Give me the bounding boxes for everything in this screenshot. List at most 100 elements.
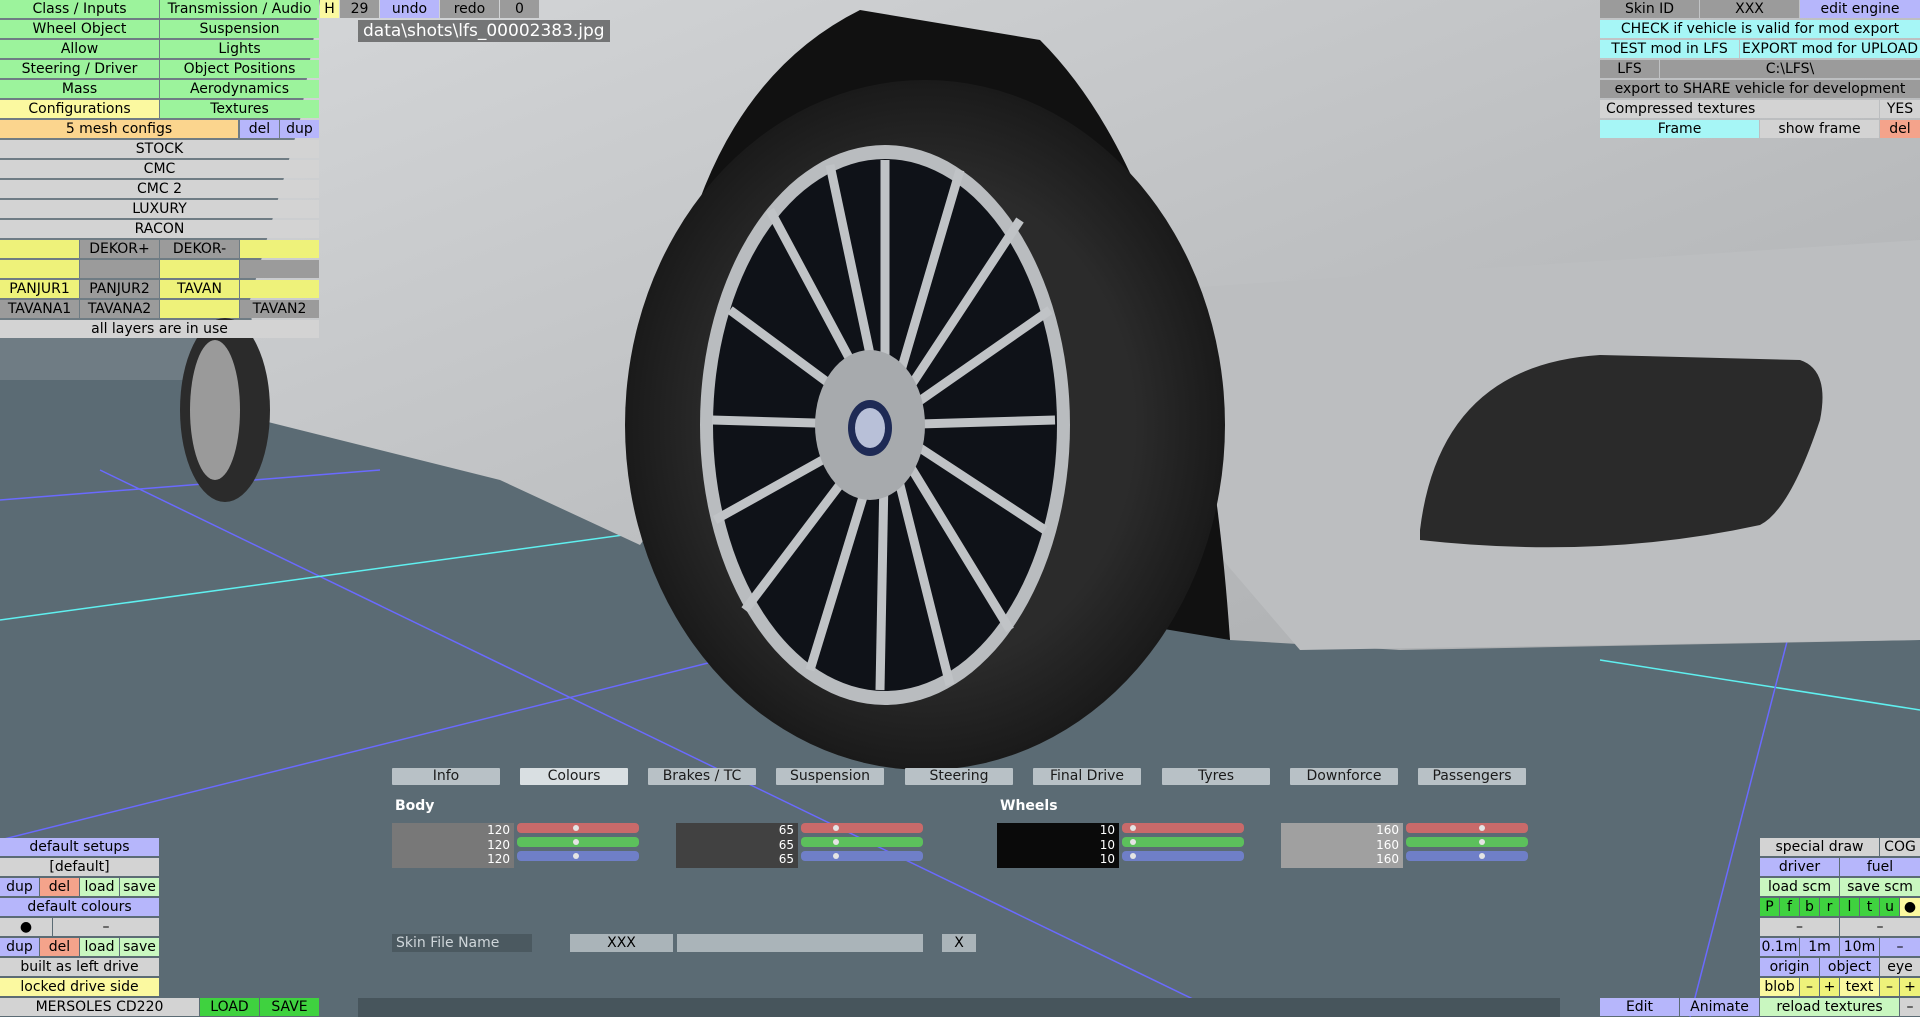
slider-knob[interactable] bbox=[573, 825, 579, 831]
default-setup-value[interactable]: [default] bbox=[0, 858, 159, 876]
compressed-textures-toggle[interactable]: YES bbox=[1880, 100, 1920, 118]
mesh-dup-button[interactable]: dup bbox=[280, 120, 319, 138]
colour-slider[interactable] bbox=[1406, 837, 1528, 847]
colour-slider[interactable] bbox=[517, 823, 639, 833]
save-scm-button[interactable]: save scm bbox=[1840, 878, 1920, 896]
slider-knob[interactable] bbox=[1479, 853, 1485, 859]
scale-minus[interactable]: – bbox=[1880, 938, 1920, 956]
scale-10m[interactable]: 10m bbox=[1840, 938, 1879, 956]
colour-slider[interactable] bbox=[1122, 837, 1244, 847]
menu-object-positions[interactable]: Object Positions bbox=[160, 60, 319, 78]
config-cmc-2[interactable]: CMC 2 bbox=[0, 180, 319, 198]
colour-slider[interactable] bbox=[801, 823, 923, 833]
text-plus[interactable]: + bbox=[1900, 978, 1920, 996]
colour-swatch[interactable]: 120 120 120 bbox=[392, 823, 514, 868]
colour-swatch[interactable]: 10 10 10 bbox=[997, 823, 1119, 868]
draw-r-toggle[interactable]: r bbox=[1820, 898, 1839, 916]
skin-file-input[interactable] bbox=[677, 934, 923, 952]
colour-dash[interactable]: – bbox=[53, 918, 159, 936]
colour-slider[interactable] bbox=[1122, 851, 1244, 861]
layer-dekor-plus[interactable]: DEKOR+ bbox=[80, 240, 159, 258]
colour-slider[interactable] bbox=[1406, 851, 1528, 861]
slider-knob[interactable] bbox=[573, 853, 579, 859]
layer-panjur2[interactable]: PANJUR2 bbox=[80, 280, 159, 298]
show-frame-button[interactable]: show frame bbox=[1760, 120, 1879, 138]
blob-button[interactable]: blob bbox=[1760, 978, 1799, 996]
blob-plus[interactable]: + bbox=[1820, 978, 1839, 996]
draw-p-toggle[interactable]: P bbox=[1760, 898, 1779, 916]
built-as-left-drive[interactable]: built as left drive bbox=[0, 958, 159, 976]
object-button[interactable]: object bbox=[1820, 958, 1879, 976]
save-vehicle-button[interactable]: SAVE bbox=[260, 998, 319, 1016]
scale-1m[interactable]: 1m bbox=[1800, 938, 1839, 956]
menu-transmission-audio[interactable]: Transmission / Audio bbox=[160, 0, 319, 18]
load-vehicle-button[interactable]: LOAD bbox=[200, 998, 259, 1016]
frame-button[interactable]: Frame bbox=[1600, 120, 1759, 138]
slider-knob[interactable] bbox=[1479, 839, 1485, 845]
colours-save-button[interactable]: save bbox=[120, 938, 159, 956]
layer-slot[interactable] bbox=[0, 260, 79, 278]
slider-knob[interactable] bbox=[1130, 825, 1136, 831]
reload-minus-button[interactable]: – bbox=[1900, 998, 1920, 1016]
eye-button[interactable]: eye bbox=[1880, 958, 1920, 976]
colour-slider[interactable] bbox=[1406, 823, 1528, 833]
slider-knob[interactable] bbox=[1130, 839, 1136, 845]
h-toggle[interactable]: H bbox=[320, 0, 339, 18]
test-mod-button[interactable]: TEST mod in LFS bbox=[1600, 40, 1739, 58]
colour-slider[interactable] bbox=[517, 837, 639, 847]
draw-dot-toggle[interactable]: ● bbox=[1900, 898, 1920, 916]
redo-button[interactable]: redo bbox=[440, 0, 499, 18]
menu-aerodynamics[interactable]: Aerodynamics bbox=[160, 80, 319, 98]
draw-f-toggle[interactable]: f bbox=[1780, 898, 1799, 916]
animate-mode-button[interactable]: Animate bbox=[1680, 998, 1759, 1016]
slider-knob[interactable] bbox=[1130, 853, 1136, 859]
layer-slot[interactable] bbox=[240, 260, 319, 278]
default-colours-button[interactable]: default colours bbox=[0, 898, 159, 916]
undo-button[interactable]: undo bbox=[380, 0, 439, 18]
colours-del-button[interactable]: del bbox=[40, 938, 79, 956]
layer-panjur1[interactable]: PANJUR1 bbox=[0, 280, 79, 298]
menu-mass[interactable]: Mass bbox=[0, 80, 159, 98]
tab-tyres[interactable]: Tyres bbox=[1162, 768, 1270, 785]
setup-load-button[interactable]: load bbox=[80, 878, 119, 896]
menu-class-inputs[interactable]: Class / Inputs bbox=[0, 0, 159, 18]
locked-drive-side[interactable]: locked drive side bbox=[0, 978, 159, 996]
blob-minus[interactable]: – bbox=[1800, 978, 1819, 996]
layer-slot[interactable] bbox=[240, 280, 319, 298]
layer-tavana1[interactable]: TAVANA1 bbox=[0, 300, 79, 318]
colour-swatch[interactable]: 65 65 65 bbox=[676, 823, 798, 868]
menu-suspension[interactable]: Suspension bbox=[160, 20, 319, 38]
colours-dup-button[interactable]: dup bbox=[0, 938, 39, 956]
config-luxury[interactable]: LUXURY bbox=[0, 200, 319, 218]
menu-lights[interactable]: Lights bbox=[160, 40, 319, 58]
tab-suspension[interactable]: Suspension bbox=[776, 768, 884, 785]
draw-b-toggle[interactable]: b bbox=[1800, 898, 1819, 916]
load-scm-button[interactable]: load scm bbox=[1760, 878, 1839, 896]
setup-dup-button[interactable]: dup bbox=[0, 878, 39, 896]
draw-t-toggle[interactable]: t bbox=[1860, 898, 1879, 916]
origin-button[interactable]: origin bbox=[1760, 958, 1819, 976]
layer-slot[interactable] bbox=[0, 240, 79, 258]
menu-allow[interactable]: Allow bbox=[0, 40, 159, 58]
skin-file-clear-button[interactable]: X bbox=[942, 934, 976, 952]
colour-slider[interactable] bbox=[801, 851, 923, 861]
fuel-button[interactable]: fuel bbox=[1840, 858, 1920, 876]
colour-swatch[interactable]: 160 160 160 bbox=[1281, 823, 1403, 868]
slider-knob[interactable] bbox=[1479, 825, 1485, 831]
layer-tavan[interactable]: TAVAN bbox=[160, 280, 239, 298]
config-racon[interactable]: RACON bbox=[0, 220, 319, 238]
menu-steering-driver[interactable]: Steering / Driver bbox=[0, 60, 159, 78]
tab-downforce[interactable]: Downforce bbox=[1290, 768, 1398, 785]
draw-u-toggle[interactable]: u bbox=[1880, 898, 1899, 916]
setup-save-button[interactable]: save bbox=[120, 878, 159, 896]
setup-del-button[interactable]: del bbox=[40, 878, 79, 896]
dash-button[interactable]: – bbox=[1760, 918, 1839, 936]
export-share-button[interactable]: export to SHARE vehicle for development bbox=[1600, 80, 1920, 98]
edit-mode-button[interactable]: Edit bbox=[1600, 998, 1679, 1016]
slider-knob[interactable] bbox=[833, 839, 839, 845]
layer-dekor-minus[interactable]: DEKOR- bbox=[160, 240, 239, 258]
colour-slider[interactable] bbox=[1122, 823, 1244, 833]
menu-textures[interactable]: Textures bbox=[160, 100, 319, 118]
menu-configurations[interactable]: Configurations bbox=[0, 100, 159, 118]
layer-slot[interactable] bbox=[80, 260, 159, 278]
